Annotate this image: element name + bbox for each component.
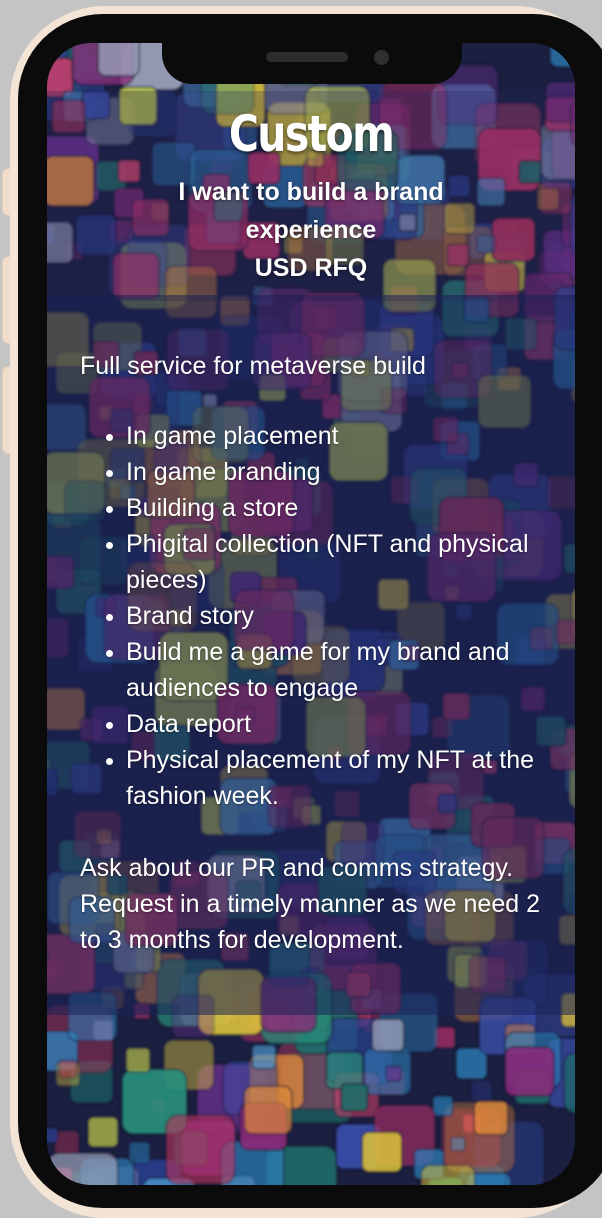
subtitle-line-1: I want to build a brand xyxy=(178,178,444,206)
plan-title: Custom xyxy=(228,105,395,163)
speaker-grille xyxy=(266,52,348,62)
feature-item: Building a store xyxy=(126,490,560,526)
phone-notch xyxy=(162,30,462,84)
plan-subtitle: I want to build a brand experience USD R… xyxy=(47,173,575,287)
footer-note: Ask about our PR and comms strategy. Req… xyxy=(80,854,540,954)
plan-intro: Full service for metaverse build xyxy=(80,352,426,380)
feature-item: Data report xyxy=(126,706,560,742)
plan-price: USD RFQ xyxy=(254,254,368,282)
plan-details: Full service for metaverse build In game… xyxy=(80,348,560,958)
phone-screen: Custom I want to build a brand experienc… xyxy=(47,43,575,1185)
feature-list: In game placement In game branding Build… xyxy=(80,418,560,814)
feature-item: Build me a game for my brand and audienc… xyxy=(126,634,560,706)
feature-item: In game placement xyxy=(126,418,560,454)
feature-item: In game branding xyxy=(126,454,560,490)
feature-item: Physical placement of my NFT at the fash… xyxy=(126,742,560,814)
subtitle-line-2: experience xyxy=(245,216,377,244)
front-camera-icon xyxy=(374,50,389,65)
feature-item: Brand story xyxy=(126,598,560,634)
feature-item: Phigital collection (NFT and physical pi… xyxy=(126,526,560,598)
